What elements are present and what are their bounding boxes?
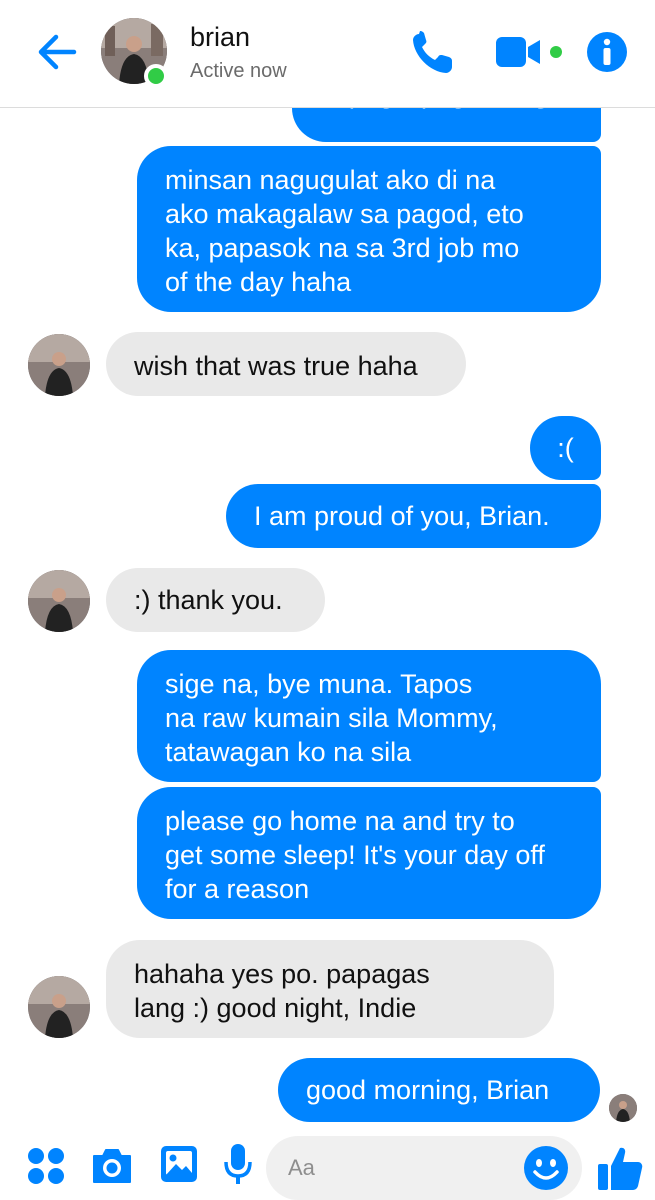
message-bubble-received[interactable]: wish that was true haha [106, 332, 466, 396]
message-bubble-sent[interactable]: good morning, Brian [278, 1058, 600, 1122]
info-icon [587, 32, 627, 72]
active-status: Active now [190, 60, 287, 82]
message-bubble-sent[interactable]: minsan nagugulat ako di na ako makagalaw… [137, 146, 601, 312]
message-bubble-sent[interactable]: I am proud of you, Brian. [226, 484, 601, 548]
message-bubble-received[interactable]: hahaha yes po. papagas lang :) good nigh… [106, 940, 554, 1038]
arrow-left-icon [38, 34, 77, 70]
online-status-dot [144, 64, 168, 88]
conversation-header: brian Active now [0, 0, 655, 108]
contact-avatar-small[interactable] [28, 334, 90, 396]
gallery-button[interactable] [158, 1142, 200, 1186]
contact-avatar-small[interactable] [28, 976, 90, 1038]
contact-avatar-small[interactable] [28, 570, 90, 632]
thumbs-up-icon [598, 1147, 643, 1190]
four-dots-icon [28, 1148, 64, 1184]
message-bubble-received[interactable]: :) thank you. [106, 568, 325, 632]
like-button[interactable] [594, 1142, 646, 1194]
message-bubble-sent[interactable]: sige na, bye muna. Tapos na raw kumain s… [137, 650, 601, 782]
voice-call-button[interactable] [408, 28, 458, 78]
back-button[interactable] [34, 30, 78, 74]
contact-name[interactable]: brian [190, 22, 250, 53]
camera-button[interactable] [90, 1144, 134, 1188]
video-call-button[interactable] [494, 32, 566, 72]
microphone-icon [224, 1144, 252, 1184]
message-input[interactable] [288, 1146, 518, 1190]
phone-icon [413, 31, 452, 73]
emoji-button[interactable] [522, 1144, 570, 1192]
avatar-photo [609, 1094, 637, 1122]
avatar-photo [28, 570, 90, 632]
message-composer [0, 1128, 655, 1200]
smiley-icon [524, 1146, 568, 1190]
more-actions-button[interactable] [26, 1146, 66, 1186]
info-button[interactable] [585, 30, 629, 74]
image-icon [161, 1146, 197, 1182]
message-input-container [266, 1136, 582, 1200]
read-receipt-avatar [609, 1094, 637, 1122]
video-camera-icon [496, 37, 562, 67]
voice-message-button[interactable] [222, 1140, 254, 1188]
avatar-photo [28, 976, 90, 1038]
message-bubble-sent[interactable]: please go home na and try to get some sl… [137, 787, 601, 919]
message-bubble-sent[interactable]: :( [530, 416, 601, 480]
camera-icon [93, 1149, 131, 1183]
avatar-photo [28, 334, 90, 396]
